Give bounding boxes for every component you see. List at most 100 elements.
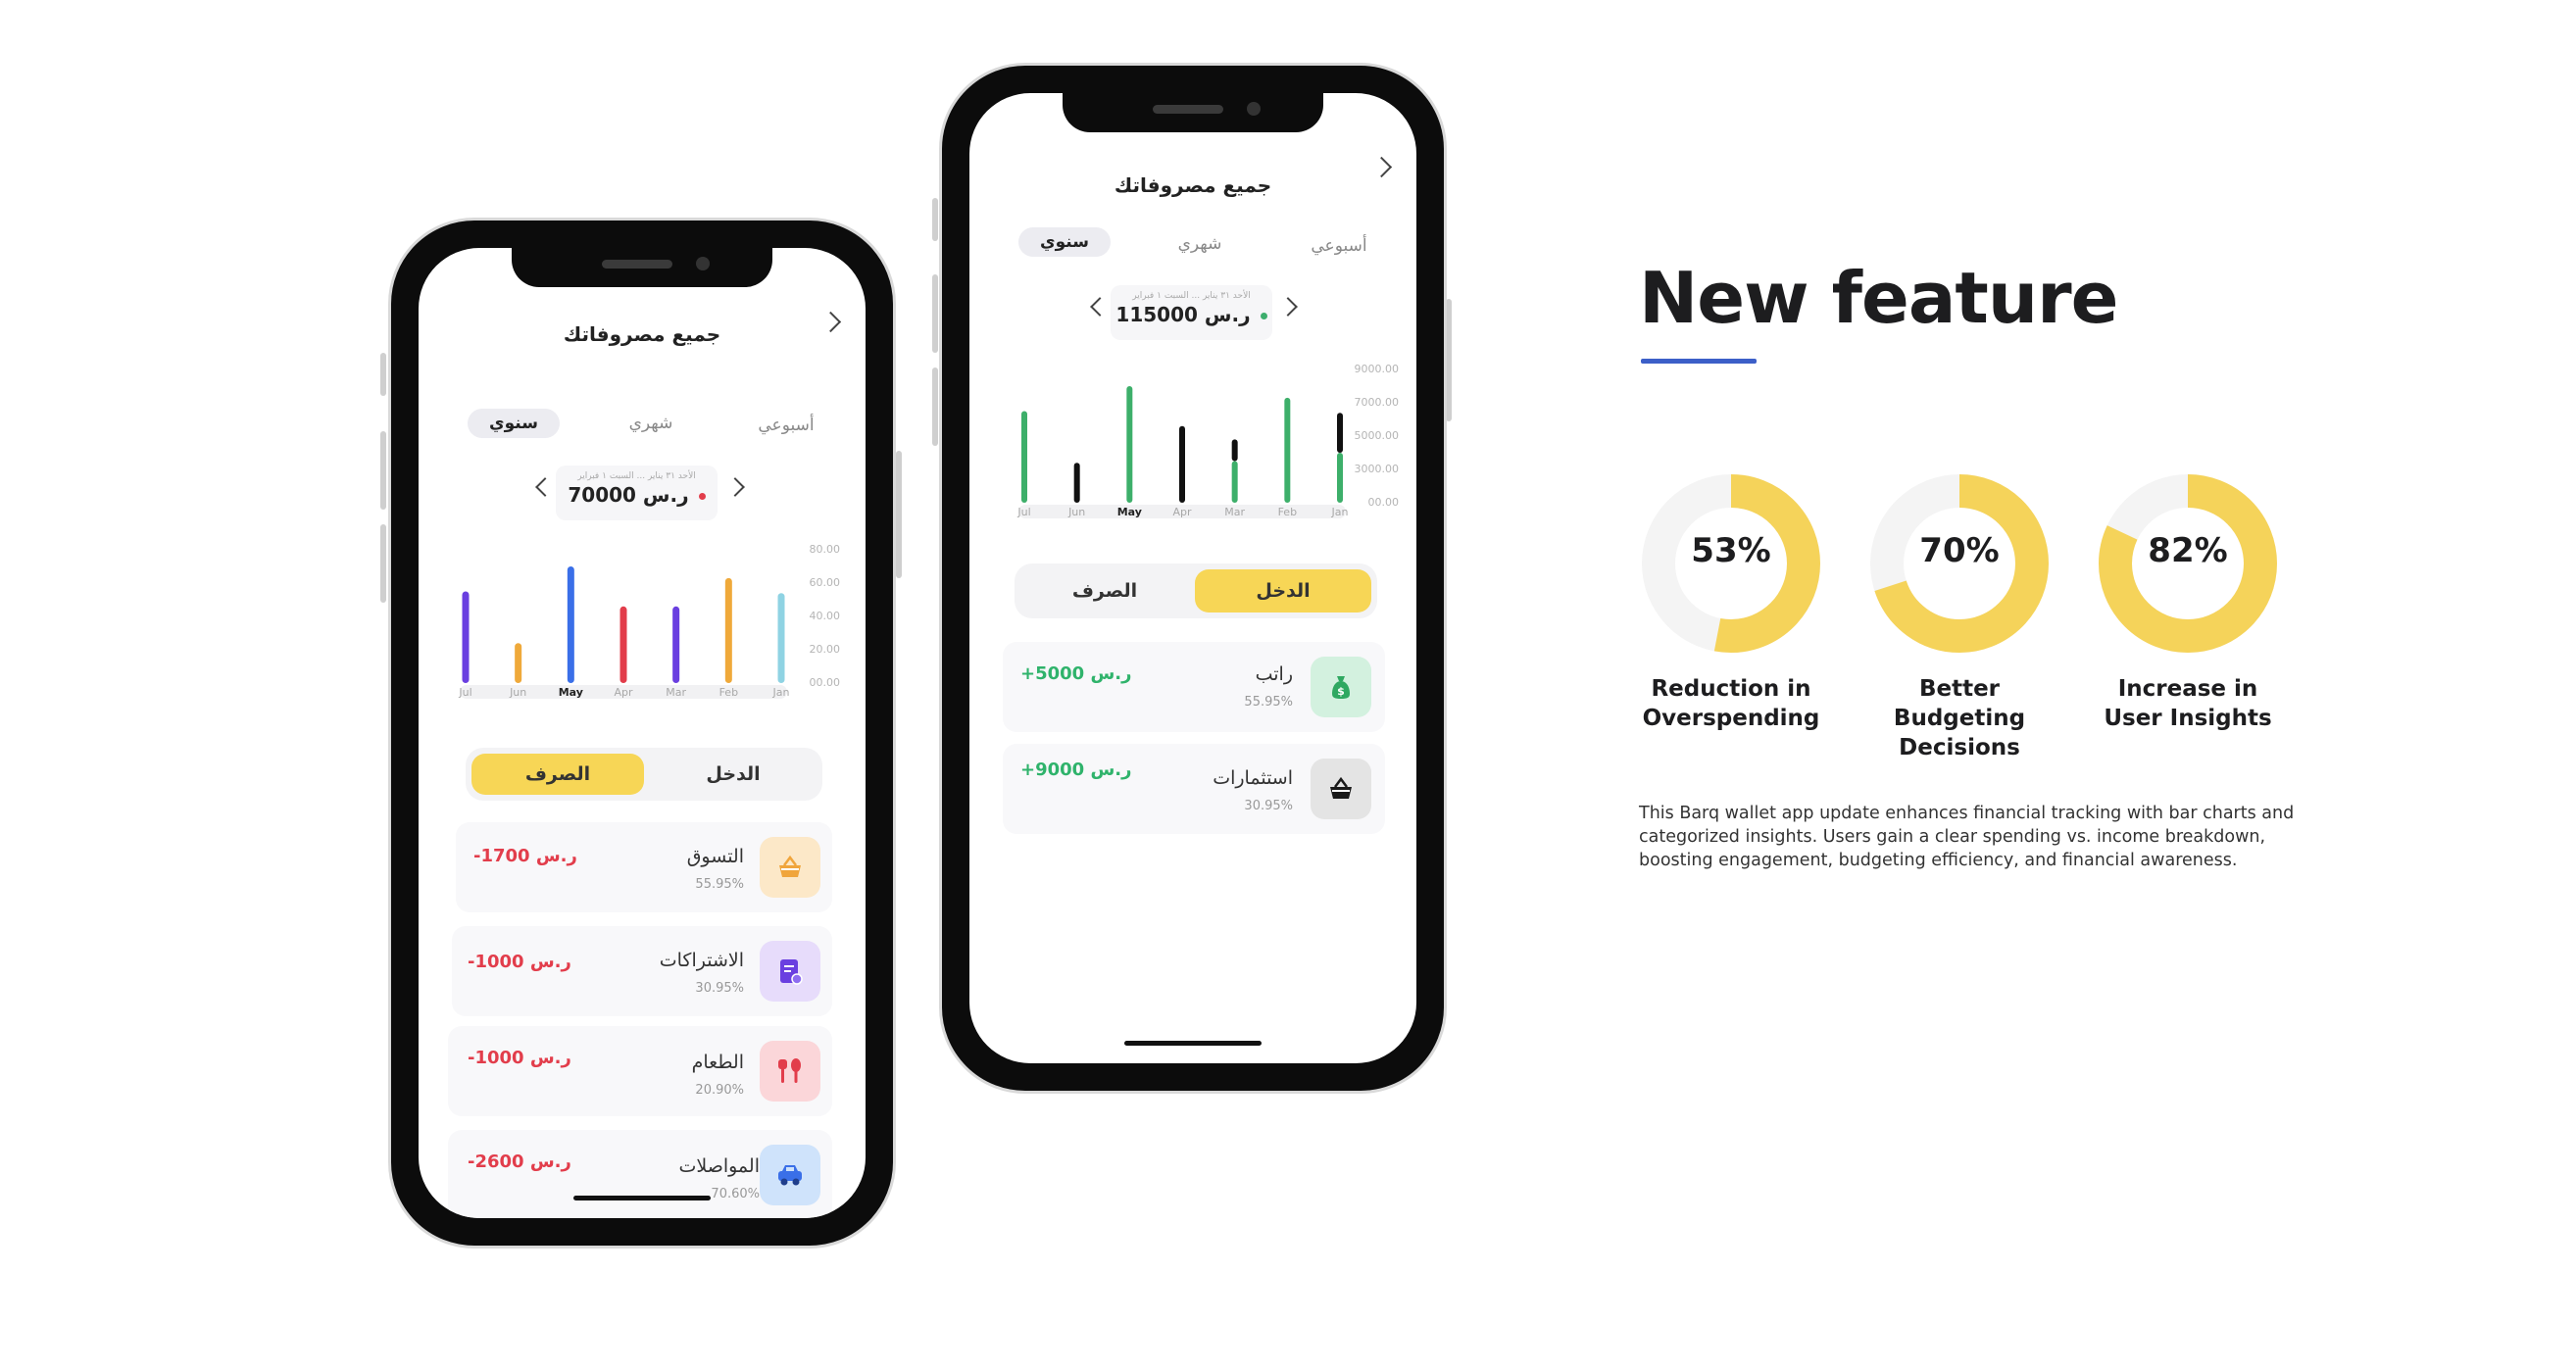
tab-monthly[interactable]: شهري (1154, 229, 1246, 259)
list-item[interactable]: $ راتب 55.95% +5000 ر.س (1003, 642, 1385, 732)
shopping-basket-icon (760, 837, 820, 898)
tab-weekly[interactable]: أسبوعي (1285, 231, 1393, 261)
y-tick-label: 40.00 (810, 610, 841, 622)
status-dot (698, 493, 706, 500)
tab-yearly[interactable]: سنوي (1018, 227, 1111, 257)
y-tick-label: 80.00 (810, 543, 841, 556)
toggle-expense[interactable]: الصرف (471, 754, 644, 795)
total-amount: 115000 ر.س (1115, 303, 1251, 326)
phone-side-button (932, 274, 938, 353)
list-item[interactable]: استثمارات 30.95% +9000 ر.س (1003, 744, 1385, 834)
y-tick-label: 3000.00 (1355, 463, 1400, 475)
category-name: المواصلات (678, 1155, 760, 1177)
x-tick-label: May (1117, 506, 1142, 518)
category-amount: +5000 ر.س (1020, 663, 1132, 684)
car-icon (760, 1145, 820, 1205)
front-camera (696, 257, 710, 270)
chevron-right-icon[interactable] (725, 477, 745, 497)
phone-side-button (380, 524, 386, 603)
category-amount: -2600 ر.س (468, 1152, 571, 1172)
home-indicator (1124, 1041, 1262, 1046)
y-tick-label: 20.00 (810, 643, 841, 656)
screen-title: جميع مصروفاتك (563, 322, 721, 346)
subscription-icon (760, 941, 820, 1002)
y-tick-label: 00.00 (1368, 496, 1400, 509)
right-phone-mockup: جميع مصروفاتك سنوي شهري أسبوعي الأحد ٣١ … (939, 63, 1447, 1094)
tab-yearly[interactable]: سنوي (468, 409, 560, 438)
chevron-left-icon[interactable] (1090, 297, 1110, 317)
x-tick-label: Feb (1278, 506, 1297, 518)
list-item[interactable]: المواصلات 70.60% -2600 ر.س (448, 1130, 832, 1218)
y-tick-label: 60.00 (810, 576, 841, 589)
screen-title: جميع مصروفاتك (1114, 173, 1272, 197)
x-tick-label: Jun (1067, 506, 1085, 518)
food-icon (760, 1041, 820, 1102)
x-tick-label: Mar (666, 686, 686, 699)
chart-bar (1179, 425, 1185, 503)
svg-text:$: $ (1337, 685, 1345, 698)
chart-bar (462, 591, 470, 683)
status-dot (1260, 313, 1267, 319)
x-tick-label: Jan (1331, 506, 1349, 518)
category-percent: 20.90% (695, 1083, 744, 1098)
chart-bar (1126, 386, 1133, 503)
stat-percent: 70% (1919, 531, 2000, 570)
chart-bar (567, 566, 574, 683)
x-tick-label: Jul (458, 686, 471, 699)
category-amount: -1000 ر.س (468, 1048, 571, 1068)
category-name: استثمارات (1213, 767, 1293, 789)
y-tick-label: 5000.00 (1355, 429, 1400, 442)
phone-side-button (932, 368, 938, 446)
category-percent: 70.60% (711, 1187, 760, 1201)
front-camera (1247, 102, 1261, 116)
y-tick-label: 9000.00 (1355, 363, 1400, 375)
chart-bar (1337, 453, 1343, 503)
stat-budgeting: 70% Better Budgeting Decisions (1861, 470, 2057, 762)
chevron-left-icon[interactable] (535, 477, 555, 497)
chart-bar (1231, 461, 1238, 503)
stat-overspending: 53% Reduction in Overspending (1633, 470, 1829, 733)
category-name: راتب (1255, 663, 1293, 685)
x-tick-label: Apr (614, 686, 633, 699)
toggle-expense[interactable]: الصرف (1020, 569, 1189, 612)
list-item[interactable]: التسوق 55.95% -1700 ر.س (456, 822, 832, 912)
category-name: الاشتراكات (659, 950, 744, 971)
chart-bar (1337, 413, 1343, 453)
speaker-grille (602, 260, 672, 269)
chart-bar (1231, 439, 1238, 462)
stat-percent: 82% (2148, 531, 2228, 570)
total-amount: 70000 ر.س (568, 483, 689, 507)
basket-icon (1311, 759, 1371, 819)
phone-side-button (380, 353, 386, 396)
x-tick-label: Jan (772, 686, 790, 699)
list-item[interactable]: الطعام 20.90% -1000 ر.س (448, 1026, 832, 1116)
tab-weekly[interactable]: أسبوعي (732, 411, 840, 440)
date-range: الأحد ٣١ يناير ... السبت ١ فبراير (1132, 291, 1251, 301)
chevron-right-icon[interactable] (1278, 297, 1298, 317)
title-underline (1641, 359, 1757, 364)
tab-monthly[interactable]: شهري (605, 409, 697, 438)
income-expense-toggle: الدخل الصرف (1015, 564, 1377, 618)
category-amount: -1700 ر.س (473, 846, 577, 866)
chart-bar (1284, 397, 1291, 503)
chart-bar (672, 606, 680, 683)
date-range: الأحد ٣١ يناير ... السبت ١ فبراير (577, 471, 696, 481)
home-indicator (573, 1196, 711, 1200)
right-phone-screen: جميع مصروفاتك سنوي شهري أسبوعي الأحد ٣١ … (969, 93, 1416, 1063)
date-range-box: الأحد ٣١ يناير ... السبت ١ فبراير 70000 … (556, 466, 718, 520)
left-phone-screen: جميع مصروفاتك سنوي شهري أسبوعي الأحد ٣١ … (419, 248, 866, 1218)
stat-insights: 82% Increase in User Insights (2090, 470, 2286, 733)
stat-percent: 53% (1691, 531, 1771, 570)
chart-bar (619, 606, 627, 683)
x-tick-label: Mar (1224, 506, 1245, 518)
stat-label: Reduction in Overspending (1642, 676, 1820, 731)
phone-notch (512, 248, 772, 287)
category-name: التسوق (686, 846, 744, 867)
date-range-box: الأحد ٣١ يناير ... السبت ١ فبراير 115000… (1111, 285, 1272, 340)
list-item[interactable]: الاشتراكات 30.95% -1000 ر.س (452, 926, 832, 1016)
category-amount: +9000 ر.س (1020, 760, 1132, 780)
toggle-income[interactable]: الدخل (650, 754, 817, 795)
phone-notch (1063, 93, 1323, 132)
toggle-income[interactable]: الدخل (1195, 569, 1371, 612)
category-percent: 30.95% (1244, 799, 1293, 813)
